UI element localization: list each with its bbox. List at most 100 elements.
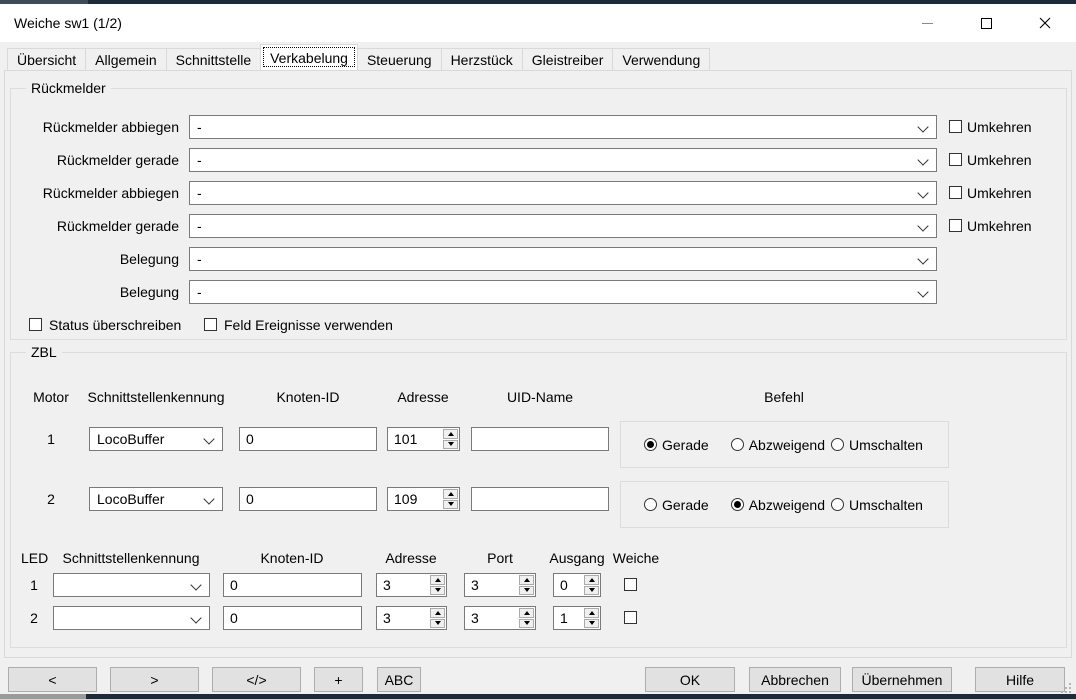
chevron-down-icon — [917, 154, 928, 165]
spin-down-button[interactable] — [430, 619, 445, 629]
motor1-schnittstelle-select[interactable]: LocoBuffer — [89, 427, 223, 451]
tab-verkabelung[interactable]: Verkabelung — [260, 44, 358, 70]
rueckmelder-gerade-2-select[interactable]: - — [189, 214, 937, 238]
rueckmelder-row-label: Belegung — [11, 284, 179, 300]
umkehren-checkbox[interactable] — [949, 219, 962, 232]
led2-adresse-spinner[interactable]: 3 — [376, 606, 447, 630]
spin-up-button[interactable] — [584, 575, 599, 585]
led1-port-spinner[interactable]: 3 — [464, 573, 536, 597]
motor1-adresse-spinner[interactable]: 101 — [387, 427, 460, 451]
radio-umschalten[interactable] — [831, 438, 844, 451]
tab-schnittstelle[interactable]: Schnittstelle — [166, 48, 261, 70]
befehl-option[interactable]: Umschalten — [831, 437, 923, 453]
rueckmelder-row-label: Rückmelder gerade — [11, 152, 179, 168]
spin-down-button[interactable] — [443, 500, 458, 510]
led1-weiche-checkbox[interactable] — [624, 578, 637, 591]
maximize-button[interactable] — [963, 4, 1009, 42]
ok-button[interactable]: OK — [645, 667, 735, 692]
led2-knoten-id-field[interactable]: 0 — [223, 606, 362, 630]
motor2-knoten-id-field[interactable]: 0 — [239, 487, 377, 511]
befehl-option[interactable]: Abzweigend — [731, 437, 825, 453]
spin-down-button[interactable] — [430, 586, 445, 596]
belegung-1-select[interactable]: - — [189, 247, 937, 271]
tab-allgemein[interactable]: Allgemein — [85, 48, 166, 70]
tab-gleistreiber[interactable]: Gleistreiber — [522, 48, 614, 70]
code-button[interactable]: </> — [212, 667, 301, 692]
spin-down-button[interactable] — [584, 619, 599, 629]
add-button[interactable]: + — [314, 667, 363, 692]
motor2-schnittstelle-select[interactable]: LocoBuffer — [89, 487, 223, 511]
motor2-adresse-spinner[interactable]: 109 — [387, 487, 460, 511]
spin-down-icon — [435, 621, 441, 625]
led1-knoten-id-field[interactable]: 0 — [223, 573, 362, 597]
rueckmelder-gerade-1-select[interactable]: - — [189, 148, 937, 172]
resize-grip[interactable] — [1060, 682, 1072, 694]
spin-down-button[interactable] — [519, 619, 534, 629]
motor1-uid-name-field[interactable] — [471, 427, 609, 451]
tab-herzstueck[interactable]: Herzstück — [441, 48, 523, 70]
befehl-header: Befehl — [734, 389, 834, 405]
led-port-header: Port — [460, 550, 540, 566]
led2-ausgang-spinner[interactable]: 1 — [553, 606, 601, 630]
motor-header: Motor — [21, 389, 81, 405]
abc-button[interactable]: ABC — [377, 667, 421, 692]
spin-up-button[interactable] — [430, 608, 445, 618]
chevron-down-icon — [917, 253, 928, 264]
befehl-option[interactable]: Gerade — [644, 497, 709, 513]
rueckmelder-abbiegen-2-select[interactable]: - — [189, 181, 937, 205]
led2-schnittstelle-select[interactable] — [53, 606, 210, 630]
bottom-edge-strip-right — [86, 694, 1076, 699]
spin-up-button[interactable] — [584, 608, 599, 618]
radio-abzweigend[interactable] — [731, 498, 744, 511]
umkehren-checkbox[interactable] — [949, 186, 962, 199]
umkehren-checkbox[interactable] — [949, 120, 962, 133]
radio-abzweigend[interactable] — [731, 438, 744, 451]
motor2-uid-name-field[interactable] — [471, 487, 609, 511]
status-ueberschreiben-checkbox[interactable] — [29, 318, 42, 331]
rueckmelder-abbiegen-1-select[interactable]: - — [189, 115, 937, 139]
radio-umschalten[interactable] — [831, 498, 844, 511]
spin-down-button[interactable] — [584, 586, 599, 596]
spin-up-button[interactable] — [443, 429, 458, 439]
motor1-knoten-id-field[interactable]: 0 — [239, 427, 377, 451]
led2-port-spinner[interactable]: 3 — [464, 606, 536, 630]
umkehren-checkbox[interactable] — [949, 153, 962, 166]
prev-button[interactable]: < — [8, 667, 97, 692]
spin-up-button[interactable] — [519, 608, 534, 618]
led1-adresse-spinner[interactable]: 3 — [376, 573, 447, 597]
chevron-down-icon — [190, 612, 201, 623]
umkehren-label: Umkehren — [967, 119, 1032, 135]
led-row-index: 2 — [21, 610, 47, 626]
dialog-window: Weiche sw1 (1/2) Übersicht Allgemein Sch… — [0, 0, 1076, 699]
befehl-option[interactable]: Gerade — [644, 437, 709, 453]
belegung-2-select[interactable]: - — [189, 280, 937, 304]
rueckmelder-row-label: Rückmelder abbiegen — [11, 185, 179, 201]
close-button[interactable] — [1022, 4, 1068, 42]
abbrechen-button[interactable]: Abbrechen — [749, 667, 841, 692]
led1-ausgang-spinner[interactable]: 0 — [553, 573, 601, 597]
radio-gerade[interactable] — [644, 438, 657, 451]
uebernehmen-button[interactable]: Übernehmen — [852, 667, 952, 692]
tab-uebersicht[interactable]: Übersicht — [7, 48, 86, 70]
spin-down-icon — [589, 621, 595, 625]
spin-up-button[interactable] — [443, 489, 458, 499]
befehl-option[interactable]: Umschalten — [831, 497, 923, 513]
zbl-group-label: ZBL — [26, 344, 62, 360]
led2-weiche-checkbox[interactable] — [624, 611, 637, 624]
tab-verwendung[interactable]: Verwendung — [612, 48, 710, 70]
spin-down-button[interactable] — [519, 586, 534, 596]
minimize-button[interactable] — [904, 4, 950, 42]
feld-ereignisse-checkbox[interactable] — [204, 318, 217, 331]
spin-up-button[interactable] — [519, 575, 534, 585]
led1-schnittstelle-select[interactable] — [53, 573, 210, 597]
motor2-befehl-group: Gerade Abzweigend Umschalten — [620, 481, 949, 528]
next-button[interactable]: > — [110, 667, 199, 692]
tab-steuerung[interactable]: Steuerung — [357, 48, 442, 70]
hilfe-button[interactable]: Hilfe — [975, 667, 1065, 692]
rueckmelder-row-label: Belegung — [11, 251, 179, 267]
radio-gerade[interactable] — [644, 498, 657, 511]
spin-down-button[interactable] — [443, 440, 458, 450]
spin-up-button[interactable] — [430, 575, 445, 585]
befehl-option[interactable]: Abzweigend — [731, 497, 825, 513]
rueckmelder-group-label: Rückmelder — [26, 80, 111, 96]
